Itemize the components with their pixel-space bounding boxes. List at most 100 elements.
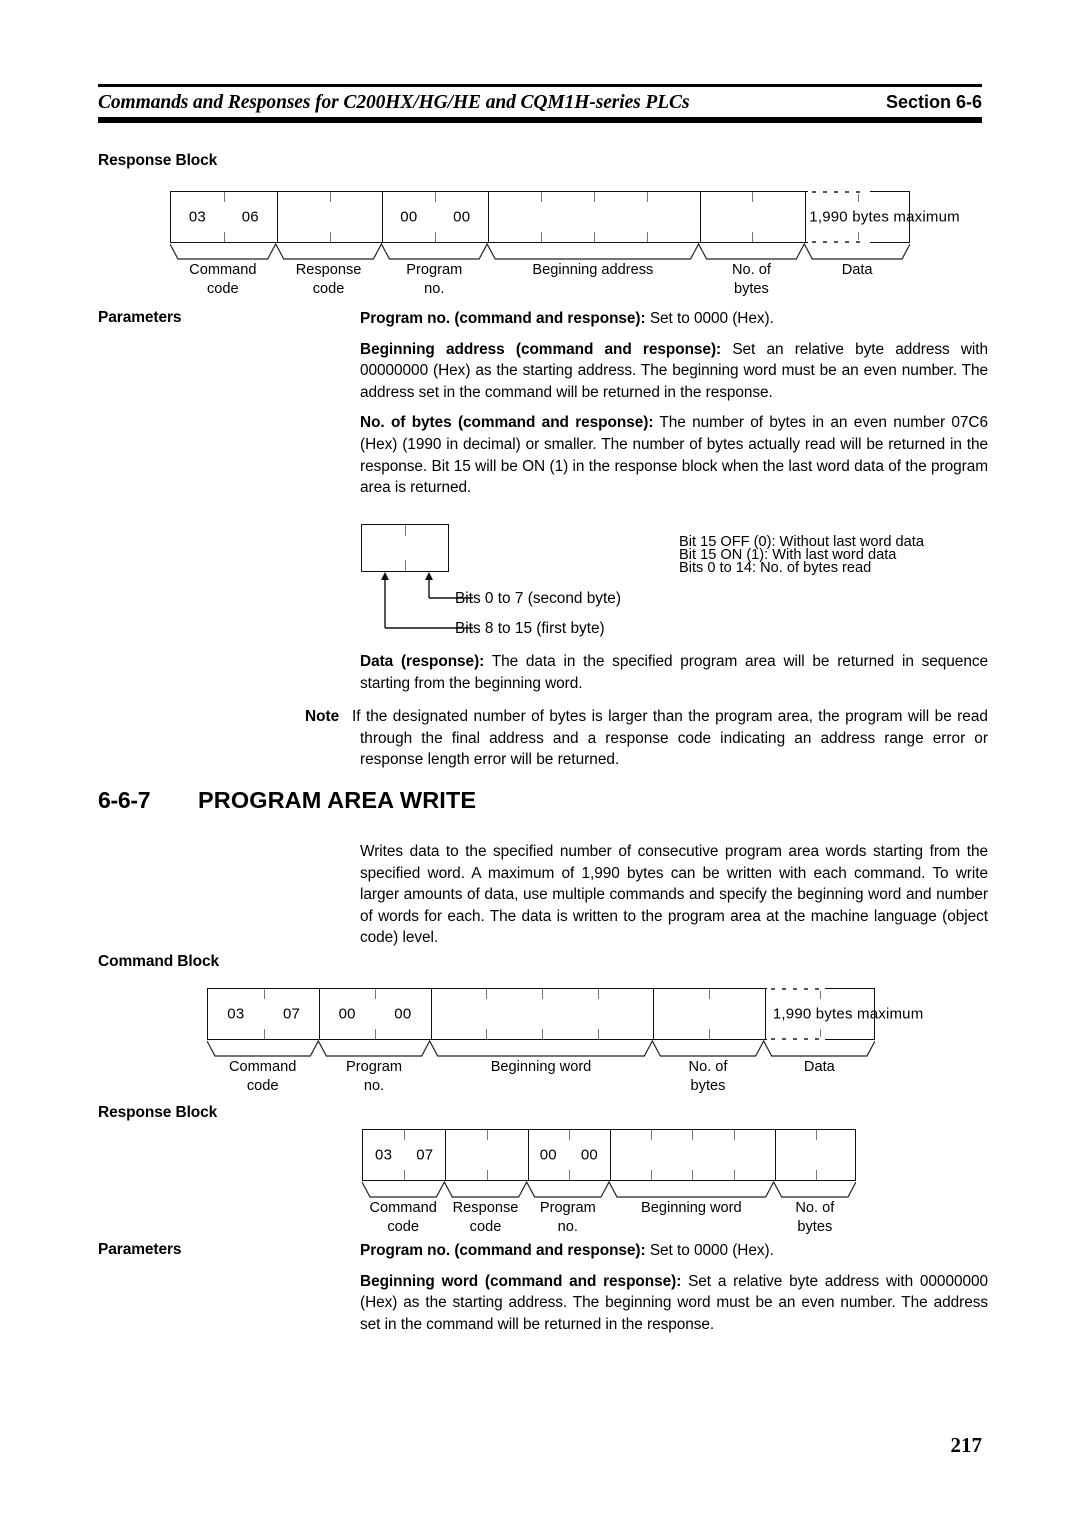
- cell-tick: [651, 1170, 653, 1180]
- cell-tick: [733, 1130, 735, 1140]
- frame-brace-row: [170, 243, 910, 261]
- continuation-break-dots: [811, 191, 866, 193]
- cell-tick: [263, 989, 265, 999]
- cell-tick: [404, 1130, 406, 1140]
- cell-tick: [542, 1029, 543, 1039]
- cell-tick: [593, 232, 595, 242]
- note-label: Note: [305, 708, 340, 725]
- cell-tick: [223, 232, 225, 242]
- frame-cell-row: 03 06 00 00 1,990 bytes maximum: [170, 190, 960, 244]
- parameter-term: No. of bytes (command and response):: [360, 414, 654, 432]
- frame-field-label: Data: [803, 1059, 835, 1075]
- parameter-description: Set to 0000 (Hex).: [645, 1242, 774, 1259]
- cell-tick: [435, 192, 437, 202]
- frame-cell-row: 03 07 00 00 1,990 bytes maximum: [207, 987, 923, 1041]
- parameter-term: Program no. (command and response):: [360, 310, 646, 327]
- frame-cell-row: 03 07 00 00: [362, 1129, 856, 1181]
- bit-note-line-3: Bits 0 to 14: No. of bytes read: [679, 560, 872, 576]
- cell-tick: [404, 1170, 406, 1180]
- parameters-label-1: Parameters: [98, 309, 182, 326]
- group-divider: [610, 1130, 611, 1180]
- frame-cell-value: 00: [394, 1005, 412, 1023]
- frame-label-row: Command code Program no. Beginning word No. o…: [207, 1058, 875, 1102]
- frame-cell-value: 03: [227, 1005, 245, 1023]
- frame-cell-value: 00: [539, 1146, 557, 1164]
- frame-field-label: Program no.: [406, 262, 463, 297]
- frame-cell-value: 07: [416, 1146, 434, 1164]
- group-divider: [276, 192, 278, 242]
- frame-field-label: No. of bytes: [795, 1200, 835, 1235]
- parameter-entry: Program no. (command and response): Set …: [360, 1240, 988, 1262]
- response-block-diagram-2: 03 07 00 00 Command code Response code Program no…: [362, 1129, 856, 1243]
- group-divider: [699, 192, 701, 242]
- parameter-entry: No. of bytes (command and response): The…: [360, 412, 988, 498]
- cell-tick: [486, 989, 488, 999]
- frame-field-label: Program no.: [346, 1059, 402, 1094]
- frame-cell-value: 07: [282, 1005, 301, 1023]
- parameters-label-2: Parameters: [98, 1241, 182, 1258]
- group-divider: [653, 989, 655, 1039]
- parameter-entry: Data (response): The data in the specifi…: [360, 651, 988, 694]
- cell-tick: [568, 1130, 570, 1140]
- cell-tick: [709, 1029, 710, 1039]
- cell-tick: [375, 1029, 376, 1039]
- note-block: Note If the designated number of bytes is…: [305, 706, 988, 771]
- cell-tick: [651, 1130, 653, 1140]
- group-divider: [774, 1130, 776, 1180]
- section-number: 6-6-7: [98, 787, 151, 813]
- cell-tick: [597, 1029, 599, 1039]
- response-block-heading-1: Response Block: [98, 152, 218, 169]
- parameter-term: Beginning word (command and response):: [360, 1272, 682, 1290]
- cell-tick: [646, 192, 648, 202]
- cell-tick: [692, 1170, 694, 1180]
- frame-cell-value: 00: [580, 1146, 598, 1164]
- frame-cell-value: 00: [400, 208, 418, 226]
- group-divider: [319, 989, 321, 1039]
- frame-cell-value: 00: [453, 208, 471, 226]
- group-divider: [430, 989, 432, 1039]
- group-divider: [527, 1130, 529, 1180]
- frame-cell-value: 03: [375, 1146, 393, 1164]
- frame-cell-value: 00: [338, 1005, 356, 1023]
- cell-tick: [692, 1130, 694, 1140]
- cell-tick: [375, 989, 376, 999]
- parameter-term: Beginning address (command and response)…: [360, 340, 722, 358]
- response-block-diagram-1: 03 06 00 00 1,990 bytes maximum Command code Re…: [170, 190, 960, 305]
- cell-tick: [435, 232, 437, 242]
- group-divider: [764, 989, 766, 1039]
- bit-field-box: [361, 524, 449, 572]
- cell-tick: [733, 1170, 735, 1180]
- section-heading: 6-6-7 PROGRAM AREA WRITE: [98, 787, 476, 814]
- cell-tick: [542, 989, 543, 999]
- cell-tick: [815, 1170, 817, 1180]
- cell-tick: [541, 232, 542, 242]
- group-divider: [445, 1130, 447, 1180]
- cell-tick: [329, 192, 331, 202]
- frame-field-label: Beginning word: [641, 1200, 742, 1216]
- parameter-entry: Beginning address (command and response)…: [360, 339, 988, 404]
- cell-tick: [541, 192, 542, 202]
- frame-field-label: Beginning address: [532, 262, 654, 278]
- frame-field-label: Data: [841, 262, 873, 278]
- parameter-description: Set to 0000 (Hex).: [645, 310, 774, 327]
- frame-brace-row: [362, 1181, 856, 1199]
- header-section-ref: Section 6-6: [885, 92, 982, 112]
- parameter-term: Program no. (command and response):: [360, 1242, 646, 1259]
- frame-cell-value: 03: [188, 208, 206, 226]
- group-divider: [488, 192, 490, 242]
- parameters-body-2: Program no. (command and response): Set …: [360, 1240, 988, 1335]
- cell-tick: [486, 1029, 488, 1039]
- parameter-entry: Program no. (command and response): Set …: [360, 308, 988, 330]
- frame-field-label: Command code: [369, 1200, 437, 1235]
- cell-tick: [329, 232, 331, 242]
- command-block-heading: Command Block: [98, 953, 219, 970]
- frame-label-row: Command code Response code Program no. Beginni…: [362, 1199, 856, 1243]
- group-divider: [805, 192, 807, 242]
- page-header: Commands and Responses for C200HX/HG/HE …: [98, 84, 982, 123]
- frame-brace-row: [207, 1040, 875, 1058]
- parameter-entry: Beginning word (command and response): S…: [360, 1271, 988, 1336]
- bit-leader-label-second-byte: Bits 0 to 7 (second byte): [455, 590, 621, 607]
- cell-tick: [486, 1130, 488, 1140]
- frame-field-label: Beginning word: [490, 1059, 592, 1075]
- group-divider: [382, 192, 384, 242]
